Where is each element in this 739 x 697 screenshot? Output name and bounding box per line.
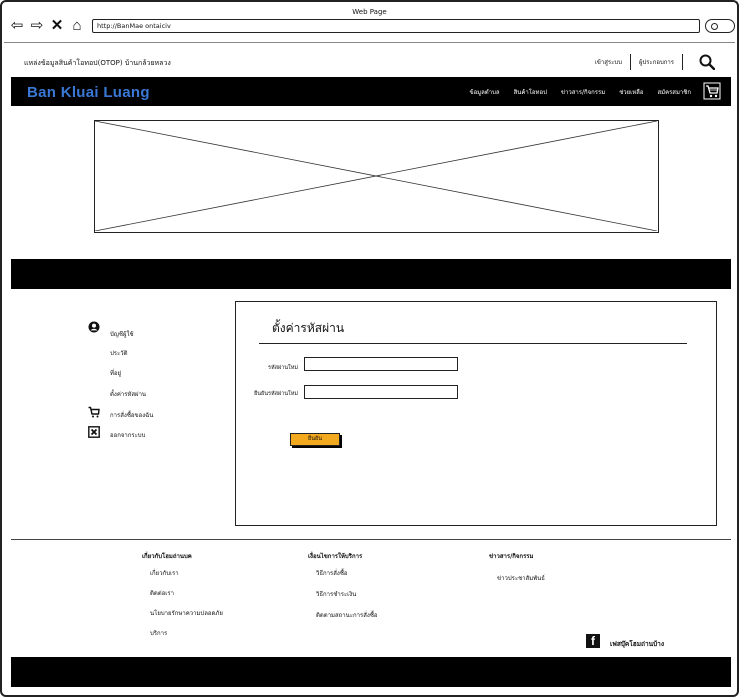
- sidebar-item-change-password[interactable]: ตั้งค่ารหัสผ่าน: [110, 389, 146, 399]
- close-box-icon: [88, 426, 100, 438]
- brand-logo[interactable]: Ban Kluai Luang: [27, 84, 150, 101]
- footer-heading: เงื่อนไขการให้บริการ: [308, 553, 363, 560]
- facebook-link[interactable]: เฟสบุ๊คโฮมถ่านบ้าง: [610, 639, 664, 649]
- cart-icon[interactable]: [703, 82, 721, 100]
- main-header: Ban Kluai Luang ข้อมูลตำบล สินค้าโอทอป ข…: [11, 77, 731, 106]
- title-divider: [259, 343, 687, 344]
- new-password-label: รหัสผ่านใหม่: [268, 365, 298, 371]
- footer-link-how-to-order[interactable]: วิธีการสั่งซื้อ: [316, 568, 348, 578]
- sidebar-item-address[interactable]: ที่อยู่: [110, 368, 121, 378]
- search-icon[interactable]: [699, 54, 715, 70]
- footer-link-contact[interactable]: ติดต่อเรา: [150, 588, 174, 598]
- sidebar-item-account[interactable]: บัญชีผู้ใช้: [110, 329, 134, 339]
- footer-bar: [11, 657, 731, 687]
- url-bar[interactable]: http://BanMae ontaiciv: [92, 19, 700, 33]
- sidebar-item-logout[interactable]: ออกจากระบบ: [110, 430, 145, 440]
- divider: [682, 54, 683, 70]
- footer-heading: ข่าวสาร/กิจกรรม: [489, 553, 534, 560]
- divider: [629, 54, 631, 70]
- site-title: แหล่งข้อมูลสินค้าโอทอป(OTOP) บ้านกล้วยหล…: [24, 59, 171, 67]
- footer-link-privacy[interactable]: นโยบายรักษาความปลอดภัย: [150, 608, 223, 618]
- footer-link-services[interactable]: บริการ: [150, 628, 167, 638]
- footer-link-track-order[interactable]: ติดตามสถานะการสั่งซื้อ: [316, 610, 378, 620]
- url-search-icon[interactable]: [705, 19, 735, 33]
- footer-heading: เกี่ยวกับโฮมถ่านบค: [142, 553, 192, 560]
- footer-divider: [11, 539, 731, 540]
- back-icon[interactable]: ⇦: [10, 18, 24, 33]
- confirm-password-input[interactable]: [304, 385, 458, 399]
- sidebar-item-my-orders[interactable]: การสั่งซื้อของฉัน: [110, 410, 153, 420]
- menu-item-signup[interactable]: สมัครสมาชิก: [657, 87, 691, 97]
- forward-icon[interactable]: ⇨: [30, 18, 44, 33]
- browser-nav: ⇦ ⇨ ✕ ⌂: [10, 18, 84, 33]
- home-icon[interactable]: ⌂: [70, 18, 84, 33]
- top-links: เข้าสู่ระบบ ผู้ประกอบการ: [589, 54, 685, 70]
- confirm-password-label: ยืนยันรหัสผ่านใหม่: [254, 391, 298, 397]
- page-title: ตั้งค่ารหัสผ่าน: [272, 321, 345, 335]
- window-title: Web Page: [352, 8, 387, 16]
- confirm-button[interactable]: ยืนยัน: [290, 433, 340, 446]
- user-circle-icon: [88, 321, 100, 333]
- main-menu: ข้อมูลตำบล สินค้าโอทอป ข่าวสาร/กิจกรรม ช…: [469, 77, 691, 106]
- facebook-icon[interactable]: f: [586, 634, 600, 648]
- image-placeholder-icon: [95, 121, 657, 231]
- change-password-panel: ตั้งค่ารหัสผ่าน รหัสผ่านใหม่ ยืนยันรหัสผ…: [235, 301, 717, 526]
- login-link[interactable]: เข้าสู่ระบบ: [589, 57, 628, 67]
- menu-item-help[interactable]: ช่วยเหลือ: [619, 87, 643, 97]
- browser-window: Web Page ⇦ ⇨ ✕ ⌂ http://BanMae ontaiciv …: [0, 0, 739, 697]
- menu-item-district[interactable]: ข้อมูลตำบล: [469, 87, 499, 97]
- stop-icon[interactable]: ✕: [50, 18, 64, 33]
- register-link[interactable]: ผู้ประกอบการ: [633, 57, 680, 67]
- chrome-divider: [4, 42, 735, 43]
- sidebar-item-profile[interactable]: ประวัติ: [110, 348, 128, 358]
- footer-link-about-us[interactable]: เกี่ยวกับเรา: [150, 568, 179, 578]
- menu-item-otop[interactable]: สินค้าโอทอป: [514, 87, 547, 97]
- footer-link-payment[interactable]: วิธีการชำระเงิน: [316, 589, 356, 599]
- banner-image-placeholder: [94, 120, 659, 233]
- cart-icon: [88, 406, 100, 418]
- footer-link-press[interactable]: ข่าวประชาสัมพันธ์: [497, 573, 545, 583]
- black-band: [11, 259, 731, 289]
- menu-item-news[interactable]: ข่าวสาร/กิจกรรม: [561, 87, 605, 97]
- new-password-input[interactable]: [304, 357, 458, 371]
